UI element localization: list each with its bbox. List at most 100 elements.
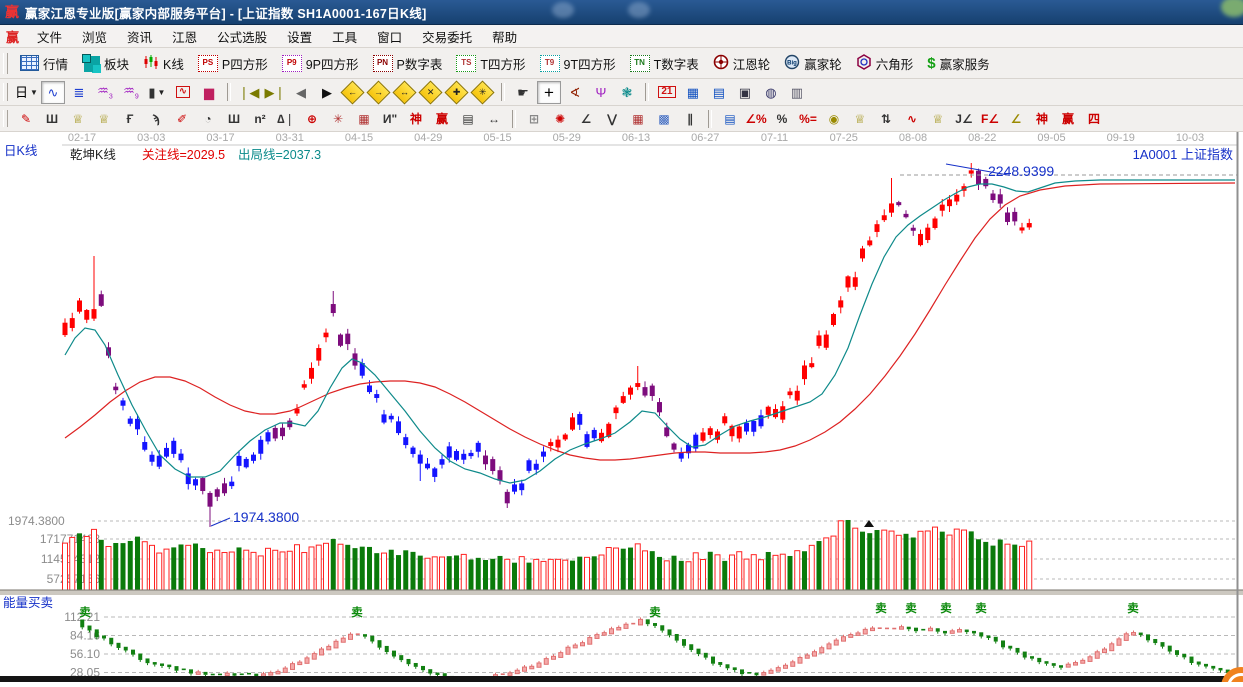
draw-tool-2-8[interactable]: ♕ [926,107,950,130]
tool-histogram[interactable]: ▆ [197,81,221,104]
draw-tool-1-6[interactable]: ∥ [678,107,702,130]
tool-bars-9[interactable]: ♒9 [119,81,143,104]
tool-expand-all[interactable]: ✳ [470,79,495,105]
draw-tool-2-5[interactable]: ♕ [848,107,872,130]
draw-tool-2-7[interactable]: ∿ [900,107,924,130]
menu-帮助[interactable]: 帮助 [482,31,527,45]
draw-tool-0-18[interactable]: ↔ [482,107,506,130]
tool-shift-right[interactable]: → [366,79,391,105]
draw-tool-0-17[interactable]: ▤ [456,107,480,130]
tool-hand-tool[interactable]: ☛ [511,81,535,104]
toolbar-button-t-square[interactable]: TS T四方形 [449,52,532,75]
draw-tool-2-0[interactable]: ▤ [718,107,742,130]
draw-tool-2-12[interactable]: 神 [1030,107,1054,130]
draw-tool-2-11[interactable]: ∠ [1004,107,1028,130]
draw-tool-1-1[interactable]: ✺ [548,107,572,130]
draw-tool-0-3[interactable]: ♕ [92,107,116,130]
draw-tool-2-13[interactable]: 赢 [1056,107,1080,130]
menu-设置[interactable]: 设置 [277,31,322,45]
toolbar-button-9p-square[interactable]: P9 9P四方形 [275,52,366,75]
toolbar-button-gann-wheel[interactable]: 江恩轮 [706,52,778,75]
tool-first-bar[interactable]: ❘◀ [237,81,261,104]
toolbar-button-t-table[interactable]: TN T数字表 [623,52,706,75]
draw-tool-0-7[interactable]: ◔ [196,107,220,130]
tool-bars-3[interactable]: ♒3 [93,81,117,104]
menu-工具[interactable]: 工具 [322,31,367,45]
tool-angle-tool[interactable]: ∢ [563,81,587,104]
draw-tool-0-14[interactable]: И" [378,107,402,130]
draw-tool-0-4[interactable]: Ғ [118,107,142,130]
draw-tool-0-6[interactable]: ✐ [170,107,194,130]
tool-period-day[interactable]: 日 ▼ [14,81,39,104]
menu-浏览[interactable]: 浏览 [72,31,117,45]
sector-blocks-icon [82,54,92,63]
tool-psi-tool[interactable]: Ψ [589,81,613,104]
menu-交易委托[interactable]: 交易委托 [412,31,482,45]
tool-cycle-tool[interactable]: ❃ [615,81,639,104]
draw-tool-1-0[interactable]: ⊞ [522,107,546,130]
draw-tool-2-10[interactable]: F∠ [978,107,1002,130]
tool-notes[interactable]: ▤ [707,81,731,104]
tool-red-wave[interactable]: ∿ [171,81,195,104]
draw-tool-0-15[interactable]: 神 [404,107,428,130]
toolbar-grip[interactable] [3,52,8,74]
toolbar-button-p-table[interactable]: PN P数字表 [366,52,450,75]
draw-tool-1-3[interactable]: ⋁ [600,107,624,130]
draw-tool-0-5[interactable]: ϡ [144,107,168,130]
draw-tool-1-4[interactable]: ▦ [626,107,650,130]
draw-tool-0-9[interactable]: n² [248,107,272,130]
draw-tool-2-3[interactable]: %= [796,107,820,130]
draw-tool-1-5[interactable]: ▩ [652,107,676,130]
tool-remote[interactable]: ▥ [785,81,809,104]
draw-tool-2-1[interactable]: ∠% [744,107,768,130]
draw-tool-2-9[interactable]: J∠ [952,107,976,130]
menu-资讯[interactable]: 资讯 [117,31,162,45]
toolbar-button-winner-service[interactable]: $ 赢家服务 [920,52,996,75]
draw-tool-0-16[interactable]: 赢 [430,107,454,130]
menu-文件[interactable]: 文件 [27,31,72,45]
draw-tool-0-11[interactable]: ⊕ [300,107,324,130]
toolbar-button-9t-square[interactable]: T9 9T四方形 [533,52,623,75]
tool-last-bar[interactable]: ▶❘ [263,81,287,104]
draw-tool-0-0[interactable]: ✎ [14,107,38,130]
tool-expand[interactable]: ✚ [444,79,469,105]
tool-info-doc[interactable]: ≣ [67,81,91,104]
draw-tool-0-1[interactable]: Ш [40,107,64,130]
tool-calendar[interactable]: 21 [655,81,679,104]
draw-tool-0-12[interactable]: ✳ [326,107,350,130]
tool-prev-bar[interactable]: ◀ [289,81,313,104]
tool-candle-type[interactable]: ▮ ▼ [145,81,169,104]
toolbar-button-winner-wheel[interactable]: Big 赢家轮 [777,52,849,75]
toolbar-separator [708,109,712,128]
toolbar-button-kline[interactable]: K线 [136,52,191,75]
draw-tool-icon: 赢 [1061,111,1074,126]
draw-tool-0-10[interactable]: ∆❘ [274,107,298,130]
draw-tool-0-8[interactable]: Ш [222,107,246,130]
tool-shift-left[interactable]: ← [340,79,365,105]
draw-tool-2-4[interactable]: ◉ [822,107,846,130]
tool-calculator[interactable]: ▦ [681,81,705,104]
menu-窗口[interactable]: 窗口 [367,31,412,45]
draw-tool-0-2[interactable]: ♕ [66,107,90,130]
toolbar-grip[interactable] [3,82,8,102]
toolbar-button-quotes[interactable]: 行情 [13,52,75,75]
tool-compress[interactable]: ✕ [418,79,443,105]
tool-expand-h[interactable]: ↔ [392,79,417,105]
tool-next-bar[interactable]: ▶ [315,81,339,104]
menu-公式选股[interactable]: 公式选股 [207,31,277,45]
draw-tool-2-6[interactable]: ⇅ [874,107,898,130]
toolbar-button-p-square[interactable]: PS P四方形 [191,52,275,75]
draw-tool-2-14[interactable]: 四 [1082,107,1106,130]
draw-tool-0-13[interactable]: ▦ [352,107,376,130]
draw-tool-2-2[interactable]: % [770,107,794,130]
tool-crosshair-tool[interactable]: + [536,80,561,104]
tool-save-web[interactable]: ◍ [759,81,783,104]
chart-area[interactable]: 02-17 03-03 03-17 03-31 04-15 04-29 05-15 05-29… [0,132,1243,687]
toolbar-grip[interactable] [3,109,8,128]
menu-江恩[interactable]: 江恩 [162,31,207,45]
toolbar-button-sectors[interactable]: 板块 [75,52,136,75]
tool-zigzag-tool[interactable]: ∿ [40,80,65,104]
toolbar-button-hexagon[interactable]: 六角形 [849,52,921,75]
draw-tool-1-2[interactable]: ∠ [574,107,598,130]
tool-save[interactable]: ▣ [733,81,757,104]
